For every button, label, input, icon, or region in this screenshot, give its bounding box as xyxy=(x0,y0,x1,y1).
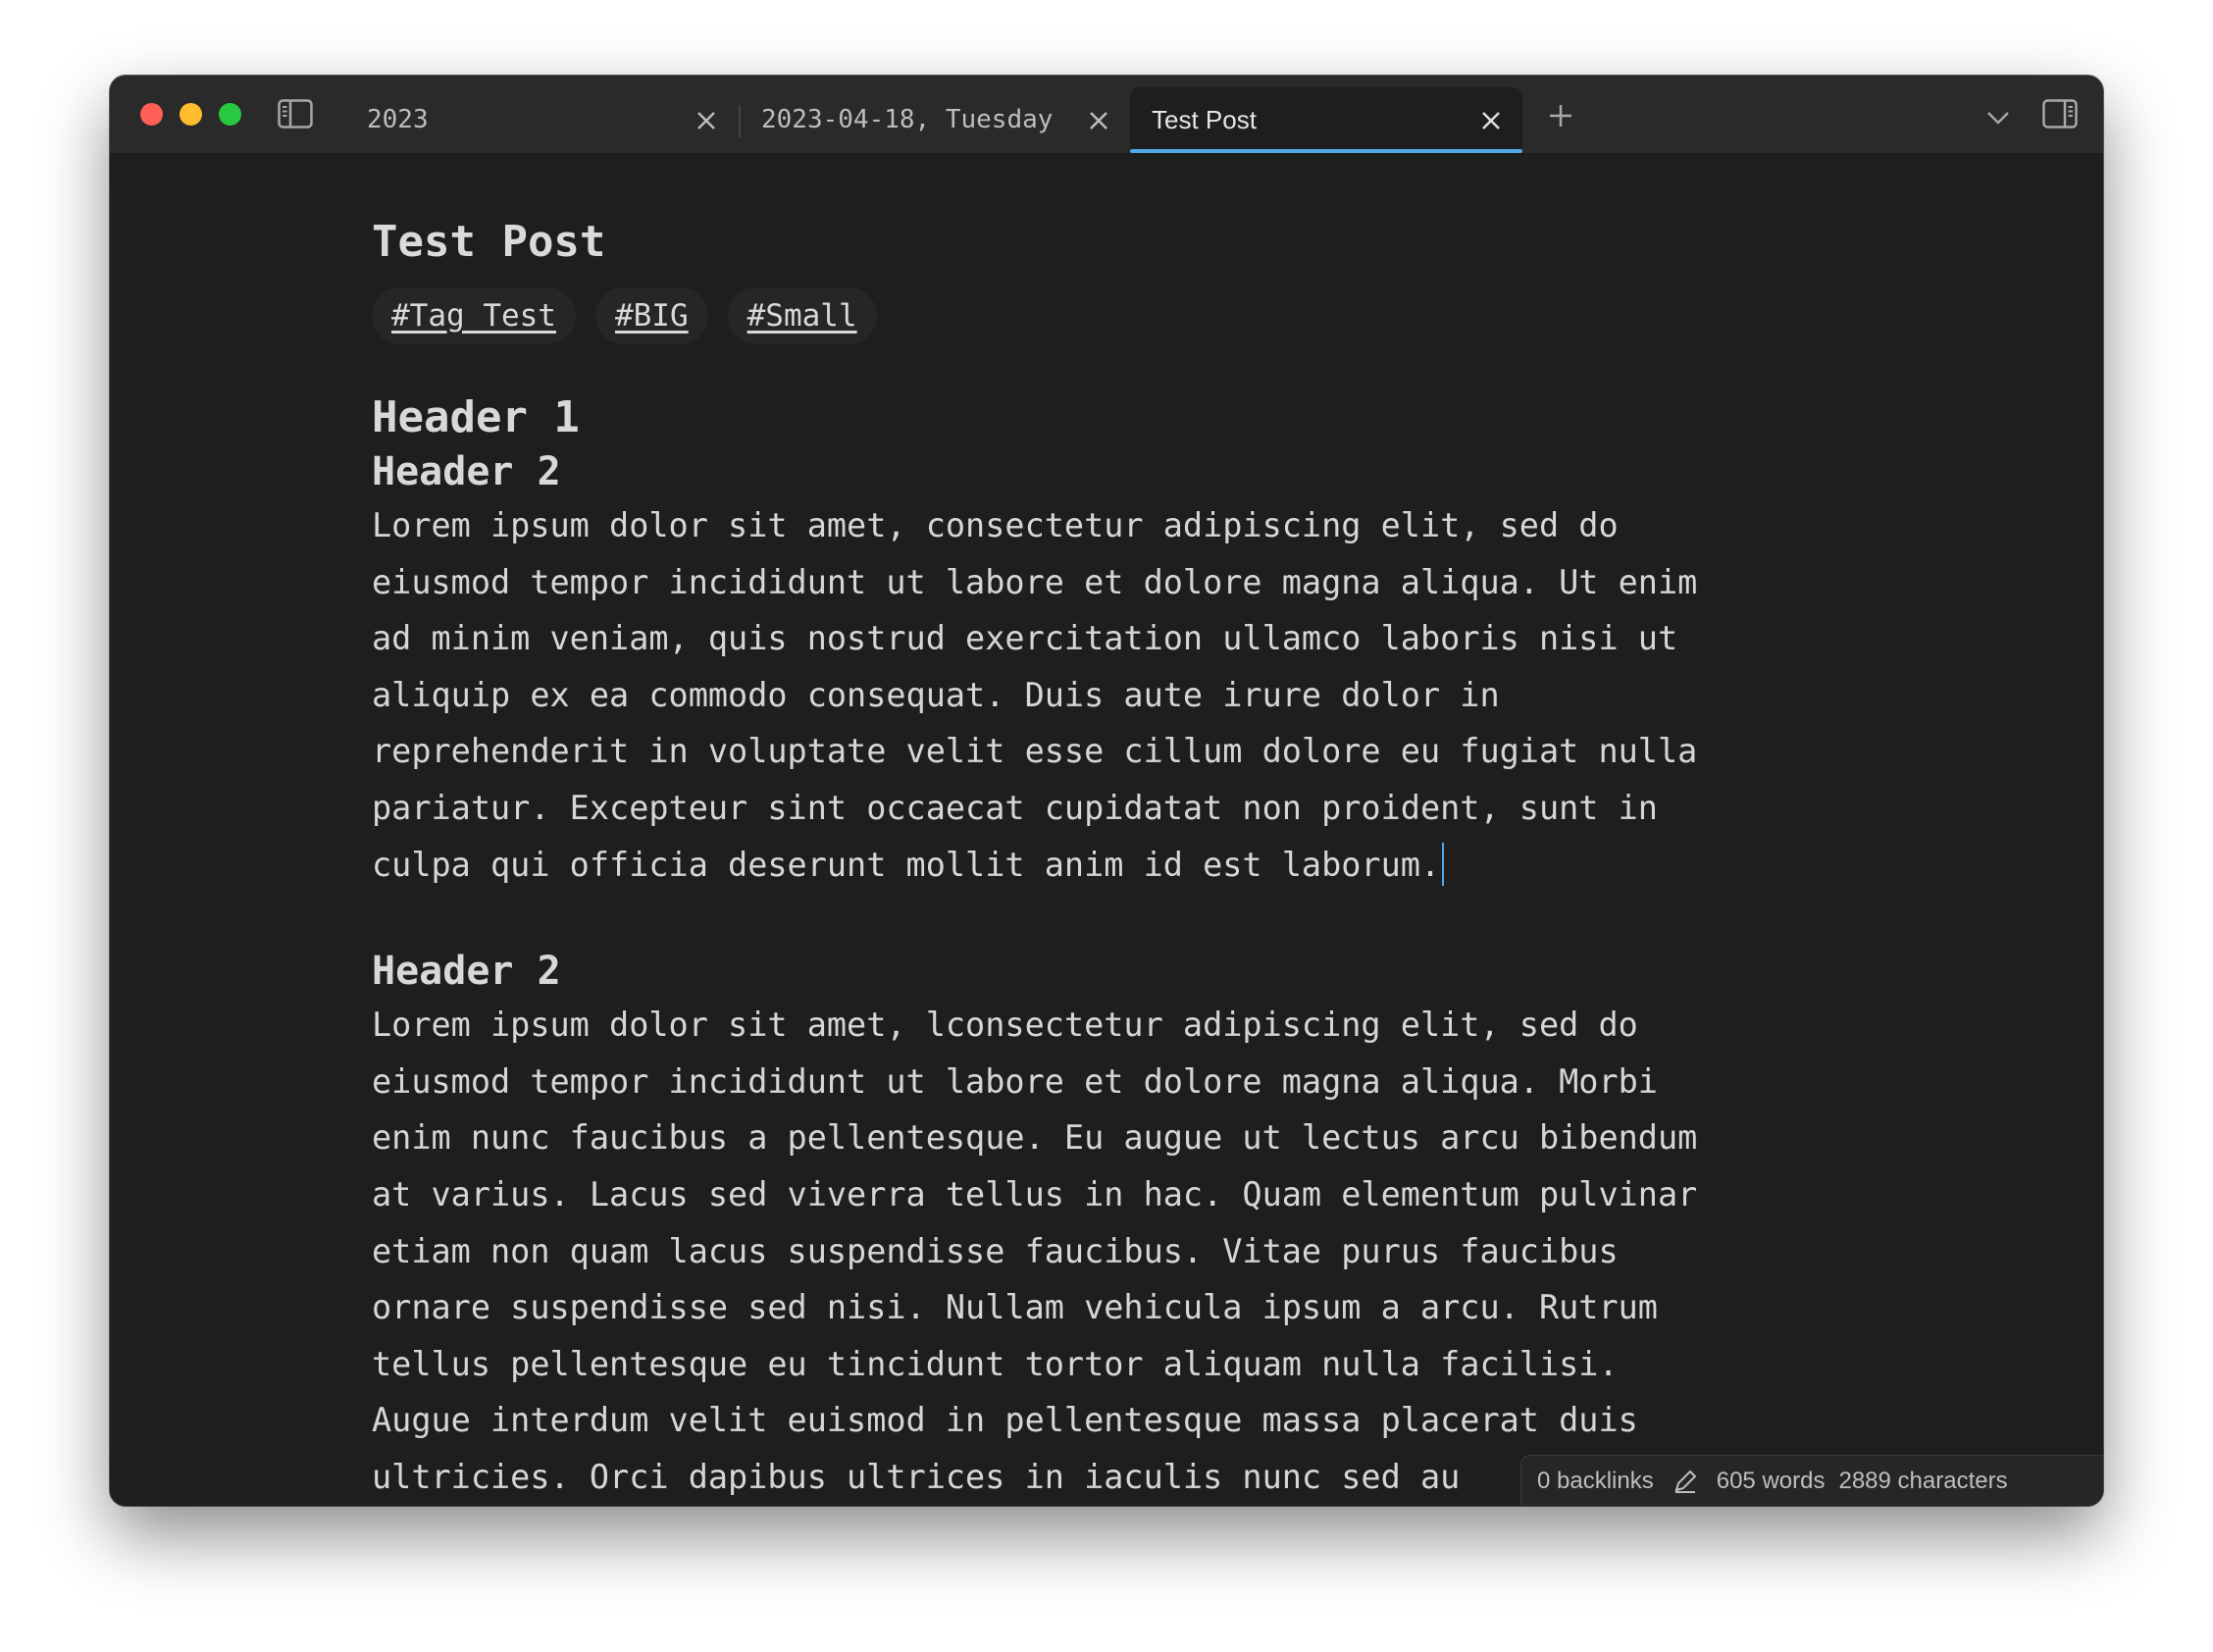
close-icon[interactable] xyxy=(1085,107,1112,134)
pencil-icon[interactable] xyxy=(1672,1468,1699,1495)
text-line: enim nunc faucibus a pellentesque. Eu au… xyxy=(372,1118,1698,1158)
sidebar-left-icon xyxy=(278,99,313,129)
text-line: Augue interdum velit euismod in pellente… xyxy=(372,1401,1638,1440)
paragraph: Lorem ipsum dolor sit amet, lconsectetur… xyxy=(372,997,1882,1505)
character-count: 2889 characters xyxy=(1838,1467,2008,1494)
new-tab-button[interactable] xyxy=(1544,99,1577,132)
toggle-right-sidebar-button[interactable] xyxy=(2040,97,2080,130)
chevron-down-icon xyxy=(1987,112,2009,125)
word-count: 605 words xyxy=(1716,1467,1826,1494)
tag-list: #Tag_Test #BIG #Small xyxy=(372,287,1882,346)
toggle-left-sidebar-button[interactable] xyxy=(277,97,314,130)
status-bar: 0 backlinks 605 words 2889 characters xyxy=(1520,1455,2103,1506)
tag-link[interactable]: #Small xyxy=(727,287,877,344)
text-line: ad minim veniam, quis nostrud exercitati… xyxy=(372,619,1678,658)
text-line: eiusmod tempor incididunt ut labore et d… xyxy=(372,562,1698,601)
text-line: Lorem ipsum dolor sit amet, consectetur … xyxy=(372,506,1619,544)
zoom-window-button[interactable] xyxy=(219,103,241,126)
active-tab-indicator xyxy=(1130,149,1522,153)
close-icon[interactable] xyxy=(1477,107,1505,134)
close-window-button[interactable] xyxy=(140,103,163,126)
text-line: at varius. Lacus sed viverra tellus in h… xyxy=(372,1174,1698,1213)
sidebar-right-icon xyxy=(2042,99,2078,129)
text-line: aliquip ex ea commodo consequat. Duis au… xyxy=(372,675,1500,714)
close-icon[interactable] xyxy=(693,107,720,134)
text-line: reprehenderit in voluptate velit esse ci… xyxy=(372,732,1698,771)
text-line: tellus pellentesque eu tincidunt tortor … xyxy=(372,1344,1619,1383)
tag-link[interactable]: #BIG xyxy=(594,287,708,344)
editor-content[interactable]: Test Post #Tag_Test #BIG #Small Header 1… xyxy=(372,213,1882,1506)
title-bar: 2023 2023-04-18, Tuesday Test Post xyxy=(110,76,2103,153)
app-window: 2023 2023-04-18, Tuesday Test Post Test … xyxy=(110,76,2103,1506)
minimize-window-button[interactable] xyxy=(180,103,202,126)
page-title: Test Post xyxy=(372,217,606,267)
backlinks-count[interactable]: 0 backlinks xyxy=(1537,1468,1654,1495)
text-line-with-cursor: culpa qui officia deserunt mollit anim i… xyxy=(372,837,1882,894)
heading-1: Header 1 xyxy=(372,392,580,442)
heading-2: Header 2 xyxy=(372,449,561,494)
text-line: ornare suspendisse sed nisi. Nullam vehi… xyxy=(372,1288,1658,1327)
paragraph: Lorem ipsum dolor sit amet, consectetur … xyxy=(372,497,1882,893)
text-line: eiusmod tempor incididunt ut labore et d… xyxy=(372,1061,1658,1101)
tab-2023-04-18[interactable]: 2023-04-18, Tuesday xyxy=(740,87,1130,153)
tag-link[interactable]: #Tag_Test xyxy=(372,287,576,344)
tab-label: Test Post xyxy=(1152,105,1257,134)
text-cursor xyxy=(1442,842,1445,886)
text-line: Lorem ipsum dolor sit amet, lconsectetur… xyxy=(372,1006,1638,1045)
plus-icon xyxy=(1550,105,1571,127)
tab-label: 2023 xyxy=(367,105,429,134)
heading-2: Header 2 xyxy=(372,949,561,995)
text-line: etiam non quam lacus suspendisse faucibu… xyxy=(372,1231,1619,1270)
tab-label: 2023-04-18, Tuesday xyxy=(761,105,1054,134)
tab-test-post[interactable]: Test Post xyxy=(1130,87,1522,153)
text-line: culpa qui officia deserunt mollit anim i… xyxy=(372,845,1441,884)
tab-2023[interactable]: 2023 xyxy=(345,87,738,153)
text-line: pariatur. Excepteur sint occaecat cupida… xyxy=(372,788,1658,827)
tab-list-button[interactable] xyxy=(1981,101,2015,134)
